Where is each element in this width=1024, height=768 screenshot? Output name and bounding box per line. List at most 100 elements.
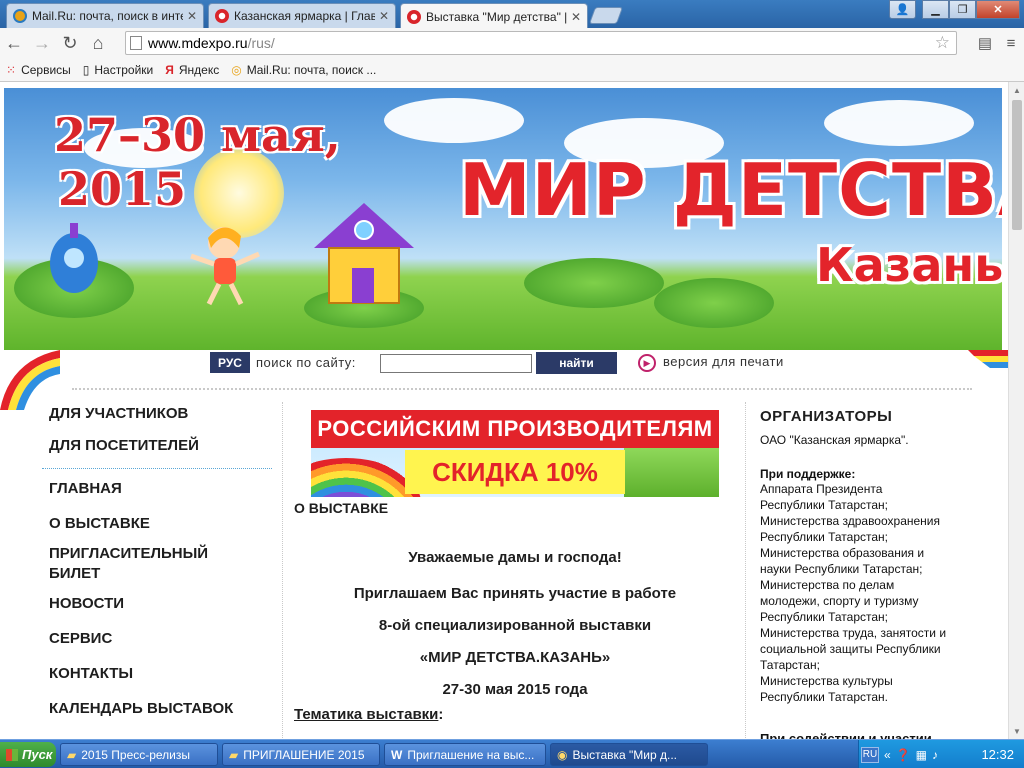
- promo-banner[interactable]: РОССИЙСКИМ ПРОИЗВОДИТЕЛЯМ СКИДКА 10%: [311, 410, 719, 497]
- page-icon: ▯: [82, 62, 90, 77]
- menu-item-contacts[interactable]: КОНТАКТЫ: [42, 664, 272, 684]
- tab-kazan-fair[interactable]: Казанская ярмарка | Главн ✕: [208, 3, 396, 28]
- page-viewport: 27–30 мая, 2015 МИР ДЕТСТВА. Казань РУС …: [0, 82, 1008, 739]
- url-host: www.mdexpo.ru: [148, 35, 248, 51]
- menu-item-news[interactable]: НОВОСТИ: [42, 594, 272, 614]
- support-line: Республики Татарстан.: [760, 690, 889, 704]
- user-icon[interactable]: 👤: [889, 0, 916, 19]
- organizers-heading: ОРГАНИЗАТОРЫ: [760, 408, 893, 425]
- decorative-stripes-right: [968, 350, 1008, 368]
- organizer-name: ОАО "Казанская ярмарка".: [760, 433, 909, 447]
- support-heading: При поддержке:: [760, 467, 856, 481]
- mailru-favicon-icon: [13, 9, 27, 23]
- scroll-down-icon[interactable]: ▼: [1009, 723, 1024, 739]
- page-scrollbar[interactable]: ▲ ▼: [1008, 82, 1024, 739]
- bookmark-star-icon[interactable]: ☆: [935, 33, 950, 53]
- back-icon[interactable]: ←: [0, 30, 28, 56]
- menu-item-visitors[interactable]: ДЛЯ ПОСЕТИТЕЛЕЙ: [42, 436, 272, 456]
- bookmark-yandex[interactable]: Я Яндекс: [165, 63, 219, 77]
- menu-item-calendar[interactable]: КАЛЕНДАРЬ ВЫСТАВОК: [42, 699, 272, 719]
- search-label: поиск по сайту:: [256, 355, 356, 370]
- network-icon[interactable]: ▦: [916, 748, 927, 762]
- island: [524, 258, 664, 308]
- reload-icon[interactable]: ↻: [56, 30, 84, 56]
- taskbar-item-invitation-folder[interactable]: ▰ ПРИГЛАШЕНИЕ 2015: [222, 743, 380, 766]
- minimize-button[interactable]: ▁: [922, 0, 949, 19]
- chrome-icon: ◉: [557, 747, 568, 762]
- volume-icon[interactable]: ♪: [932, 748, 938, 762]
- folder-icon: ▰: [229, 747, 239, 762]
- language-button[interactable]: РУС: [210, 352, 250, 373]
- divider: [42, 468, 272, 469]
- scroll-up-icon[interactable]: ▲: [1009, 82, 1024, 98]
- close-icon[interactable]: ✕: [379, 9, 389, 23]
- intro-line: «МИР ДЕТСТВА.КАЗАНЬ»: [419, 649, 611, 666]
- arrow-right-icon[interactable]: ▶: [638, 354, 656, 372]
- support-line: социальной защиты Республики: [760, 642, 941, 656]
- start-button[interactable]: Пуск: [0, 742, 56, 767]
- taskbar-item-word[interactable]: W Приглашение на выс...: [384, 743, 546, 766]
- bookmark-label: Настройки: [94, 62, 154, 77]
- tab-mailru[interactable]: Mail.Ru: почта, поиск в инте ✕: [6, 3, 204, 28]
- maximize-button[interactable]: ❐: [949, 0, 976, 19]
- close-icon[interactable]: ✕: [187, 9, 197, 23]
- word-icon: W: [391, 747, 403, 762]
- grass: [624, 448, 719, 497]
- menu-item-service[interactable]: СЕРВИС: [42, 629, 272, 649]
- new-tab-button[interactable]: [588, 7, 624, 24]
- bookmark-services[interactable]: ⁙ Сервисы: [6, 63, 71, 77]
- right-column: ОРГАНИЗАТОРЫ ОАО "Казанская ярмарка". Пр…: [760, 408, 980, 739]
- scroll-thumb[interactable]: [1012, 100, 1022, 230]
- cloud: [824, 100, 974, 146]
- menu-item-participants[interactable]: ДЛЯ УЧАСТНИКОВ: [42, 404, 272, 424]
- page-icon: [130, 36, 142, 50]
- menu-icon[interactable]: ≡: [998, 32, 1024, 54]
- taskbar-item-chrome[interactable]: ◉ Выставка "Мир д...: [550, 743, 708, 766]
- menu-item-invitation[interactable]: ПРИГЛАСИТЕЛЬНЫЙ БИЛЕТ: [42, 544, 232, 584]
- support-line: Министерства здравоохранения: [760, 514, 940, 528]
- intro-line: 27-30 мая 2015 года: [442, 681, 588, 698]
- task-label: ПРИГЛАШЕНИЕ 2015: [243, 747, 365, 762]
- close-window-button[interactable]: ✕: [976, 0, 1020, 19]
- reader-icon[interactable]: ▤: [972, 32, 998, 54]
- taskbar: Пуск ▰ 2015 Пресс-релизы ▰ ПРИГЛАШЕНИЕ 2…: [0, 739, 1024, 768]
- language-indicator[interactable]: RU: [861, 746, 879, 763]
- bookmark-mailru[interactable]: ◎ Mail.Ru: почта, поиск ...: [231, 63, 376, 77]
- menu-item-home[interactable]: ГЛАВНАЯ: [42, 479, 272, 499]
- child-illustration: [190, 227, 260, 306]
- bookmarks-bar: ⁙ Сервисы ▯ Настройки Я Яндекс ◎ Mail.Ru…: [0, 58, 1024, 82]
- menu-item-about[interactable]: О ВЫСТАВКЕ: [42, 514, 272, 534]
- browser-toolbar: ← → ↻ ⌂ www.mdexpo.ru/rus/ ☆ ▤ ≡: [0, 28, 1024, 58]
- tab-mir-detstva[interactable]: Выставка "Мир детства" | К ✕: [400, 3, 588, 29]
- clock[interactable]: 12:32: [981, 747, 1014, 762]
- windows-logo-icon: [6, 748, 18, 761]
- support-line: Республики Татарстан;: [760, 498, 889, 512]
- help-icon[interactable]: ❓: [896, 748, 911, 762]
- search-button[interactable]: найти: [536, 352, 617, 374]
- system-tray: RU « ❓ ▦ ♪ 12:32: [858, 740, 1024, 768]
- intro-line: 8-ой специализированной выставки: [378, 617, 652, 634]
- promo-discount: СКИДКА 10%: [405, 450, 625, 494]
- forward-icon[interactable]: →: [28, 30, 56, 56]
- close-icon[interactable]: ✕: [571, 10, 581, 24]
- theme-link[interactable]: Тематика выставки: [294, 706, 438, 723]
- address-bar[interactable]: www.mdexpo.ru/rus/ ☆: [125, 31, 957, 55]
- fair-favicon-icon: [215, 9, 229, 23]
- home-icon[interactable]: ⌂: [84, 30, 112, 56]
- folder-icon: ▰: [67, 747, 77, 762]
- taskbar-item-press[interactable]: ▰ 2015 Пресс-релизы: [60, 743, 218, 766]
- bookmark-settings[interactable]: ▯ Настройки: [83, 63, 153, 77]
- chevron-left-icon[interactable]: «: [884, 748, 891, 762]
- support-line: Министерства культуры: [760, 674, 893, 688]
- support-line: Татарстан;: [760, 658, 820, 672]
- yandex-icon: Я: [165, 62, 174, 77]
- column-divider: [745, 402, 746, 739]
- search-input[interactable]: [380, 354, 532, 373]
- cloud: [384, 98, 524, 143]
- print-version-link[interactable]: версия для печати: [663, 354, 784, 369]
- fair-favicon-icon: [407, 9, 421, 24]
- support-line: Министерства образования и: [760, 546, 925, 560]
- tab-strip: Mail.Ru: почта, поиск в инте ✕ Казанская…: [0, 0, 1024, 29]
- theme-heading: Тематика выставки:: [294, 706, 443, 723]
- support-line: Республики Татарстан;: [760, 610, 889, 624]
